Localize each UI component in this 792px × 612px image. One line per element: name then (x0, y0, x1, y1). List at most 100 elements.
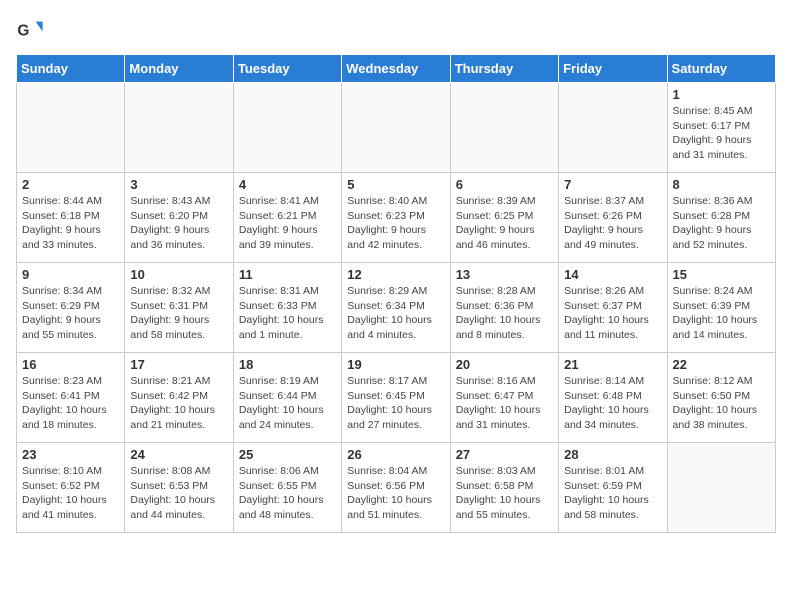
day-number: 15 (673, 267, 770, 282)
day-number: 1 (673, 87, 770, 102)
svg-text:G: G (17, 23, 29, 40)
day-info: Sunrise: 8:24 AM Sunset: 6:39 PM Dayligh… (673, 284, 770, 343)
day-of-week-header: Monday (125, 55, 233, 83)
calendar-week-row: 2 Sunrise: 8:44 AM Sunset: 6:18 PM Daylig… (17, 173, 776, 263)
day-number: 13 (456, 267, 553, 282)
day-info: Sunrise: 8:41 AM Sunset: 6:21 PM Dayligh… (239, 194, 336, 253)
day-number: 2 (22, 177, 119, 192)
day-number: 14 (564, 267, 661, 282)
calendar-week-row: 9 Sunrise: 8:34 AM Sunset: 6:29 PM Daylig… (17, 263, 776, 353)
calendar-cell: 22 Sunrise: 8:12 AM Sunset: 6:50 PM Dayli… (667, 353, 775, 443)
page-header: G (16, 16, 776, 44)
day-info: Sunrise: 8:32 AM Sunset: 6:31 PM Dayligh… (130, 284, 227, 343)
day-number: 25 (239, 447, 336, 462)
day-info: Sunrise: 8:36 AM Sunset: 6:28 PM Dayligh… (673, 194, 770, 253)
day-info: Sunrise: 8:17 AM Sunset: 6:45 PM Dayligh… (347, 374, 444, 433)
day-info: Sunrise: 8:23 AM Sunset: 6:41 PM Dayligh… (22, 374, 119, 433)
calendar-cell: 19 Sunrise: 8:17 AM Sunset: 6:45 PM Dayli… (342, 353, 450, 443)
day-info: Sunrise: 8:21 AM Sunset: 6:42 PM Dayligh… (130, 374, 227, 433)
logo: G (16, 16, 48, 44)
day-info: Sunrise: 8:34 AM Sunset: 6:29 PM Dayligh… (22, 284, 119, 343)
day-info: Sunrise: 8:06 AM Sunset: 6:55 PM Dayligh… (239, 464, 336, 523)
calendar-cell: 27 Sunrise: 8:03 AM Sunset: 6:58 PM Dayli… (450, 443, 558, 533)
day-number: 6 (456, 177, 553, 192)
day-info: Sunrise: 8:28 AM Sunset: 6:36 PM Dayligh… (456, 284, 553, 343)
calendar-cell: 18 Sunrise: 8:19 AM Sunset: 6:44 PM Dayli… (233, 353, 341, 443)
calendar-cell: 4 Sunrise: 8:41 AM Sunset: 6:21 PM Daylig… (233, 173, 341, 263)
day-number: 18 (239, 357, 336, 372)
day-number: 3 (130, 177, 227, 192)
calendar-cell (342, 83, 450, 173)
day-of-week-header: Saturday (667, 55, 775, 83)
calendar-cell: 13 Sunrise: 8:28 AM Sunset: 6:36 PM Dayli… (450, 263, 558, 353)
calendar-cell: 6 Sunrise: 8:39 AM Sunset: 6:25 PM Daylig… (450, 173, 558, 263)
calendar-cell: 2 Sunrise: 8:44 AM Sunset: 6:18 PM Daylig… (17, 173, 125, 263)
day-of-week-header: Thursday (450, 55, 558, 83)
day-info: Sunrise: 8:08 AM Sunset: 6:53 PM Dayligh… (130, 464, 227, 523)
day-info: Sunrise: 8:40 AM Sunset: 6:23 PM Dayligh… (347, 194, 444, 253)
day-number: 24 (130, 447, 227, 462)
calendar-cell: 28Sunrise: 8:01 AM Sunset: 6:59 PM Dayli… (559, 443, 667, 533)
calendar-cell: 16 Sunrise: 8:23 AM Sunset: 6:41 PM Dayli… (17, 353, 125, 443)
day-info: Sunrise: 8:29 AM Sunset: 6:34 PM Dayligh… (347, 284, 444, 343)
calendar-cell: 12 Sunrise: 8:29 AM Sunset: 6:34 PM Dayli… (342, 263, 450, 353)
day-of-week-header: Sunday (17, 55, 125, 83)
calendar-cell: 25 Sunrise: 8:06 AM Sunset: 6:55 PM Dayli… (233, 443, 341, 533)
day-info: Sunrise: 8:39 AM Sunset: 6:25 PM Dayligh… (456, 194, 553, 253)
day-number: 19 (347, 357, 444, 372)
calendar-week-row: 23Sunrise: 8:10 AM Sunset: 6:52 PM Dayli… (17, 443, 776, 533)
calendar-cell: 7 Sunrise: 8:37 AM Sunset: 6:26 PM Daylig… (559, 173, 667, 263)
day-info: Sunrise: 8:16 AM Sunset: 6:47 PM Dayligh… (456, 374, 553, 433)
day-info: Sunrise: 8:19 AM Sunset: 6:44 PM Dayligh… (239, 374, 336, 433)
day-info: Sunrise: 8:12 AM Sunset: 6:50 PM Dayligh… (673, 374, 770, 433)
calendar-cell: 1 Sunrise: 8:45 AM Sunset: 6:17 PM Daylig… (667, 83, 775, 173)
calendar-week-row: 16 Sunrise: 8:23 AM Sunset: 6:41 PM Dayli… (17, 353, 776, 443)
day-number: 28 (564, 447, 661, 462)
day-number: 4 (239, 177, 336, 192)
day-info: Sunrise: 8:31 AM Sunset: 6:33 PM Dayligh… (239, 284, 336, 343)
calendar-week-row: 1 Sunrise: 8:45 AM Sunset: 6:17 PM Daylig… (17, 83, 776, 173)
day-number: 16 (22, 357, 119, 372)
calendar-cell (667, 443, 775, 533)
calendar-cell: 17Sunrise: 8:21 AM Sunset: 6:42 PM Dayli… (125, 353, 233, 443)
day-number: 27 (456, 447, 553, 462)
calendar-cell (233, 83, 341, 173)
calendar-cell: 14 Sunrise: 8:26 AM Sunset: 6:37 PM Dayli… (559, 263, 667, 353)
calendar-cell: 26Sunrise: 8:04 AM Sunset: 6:56 PM Dayli… (342, 443, 450, 533)
day-of-week-header: Friday (559, 55, 667, 83)
calendar-cell (450, 83, 558, 173)
calendar-cell: 15 Sunrise: 8:24 AM Sunset: 6:39 PM Dayli… (667, 263, 775, 353)
calendar-cell: 21Sunrise: 8:14 AM Sunset: 6:48 PM Dayli… (559, 353, 667, 443)
day-number: 20 (456, 357, 553, 372)
day-info: Sunrise: 8:44 AM Sunset: 6:18 PM Dayligh… (22, 194, 119, 253)
day-info: Sunrise: 8:37 AM Sunset: 6:26 PM Dayligh… (564, 194, 661, 253)
day-info: Sunrise: 8:26 AM Sunset: 6:37 PM Dayligh… (564, 284, 661, 343)
calendar-cell: 10 Sunrise: 8:32 AM Sunset: 6:31 PM Dayli… (125, 263, 233, 353)
calendar-cell: 5 Sunrise: 8:40 AM Sunset: 6:23 PM Daylig… (342, 173, 450, 263)
calendar-cell: 23Sunrise: 8:10 AM Sunset: 6:52 PM Dayli… (17, 443, 125, 533)
day-number: 8 (673, 177, 770, 192)
day-number: 11 (239, 267, 336, 282)
day-number: 22 (673, 357, 770, 372)
calendar-cell: 3Sunrise: 8:43 AM Sunset: 6:20 PM Daylig… (125, 173, 233, 263)
day-info: Sunrise: 8:04 AM Sunset: 6:56 PM Dayligh… (347, 464, 444, 523)
day-number: 10 (130, 267, 227, 282)
day-number: 9 (22, 267, 119, 282)
calendar-cell (559, 83, 667, 173)
calendar-header-row: SundayMondayTuesdayWednesdayThursdayFrid… (17, 55, 776, 83)
day-number: 12 (347, 267, 444, 282)
day-info: Sunrise: 8:03 AM Sunset: 6:58 PM Dayligh… (456, 464, 553, 523)
calendar-cell: 20 Sunrise: 8:16 AM Sunset: 6:47 PM Dayli… (450, 353, 558, 443)
calendar-cell: 8 Sunrise: 8:36 AM Sunset: 6:28 PM Daylig… (667, 173, 775, 263)
day-number: 5 (347, 177, 444, 192)
logo-icon: G (16, 16, 44, 44)
day-info: Sunrise: 8:45 AM Sunset: 6:17 PM Dayligh… (673, 104, 770, 163)
calendar-cell: 9 Sunrise: 8:34 AM Sunset: 6:29 PM Daylig… (17, 263, 125, 353)
day-of-week-header: Tuesday (233, 55, 341, 83)
day-number: 7 (564, 177, 661, 192)
calendar-cell (17, 83, 125, 173)
calendar-cell: 24 Sunrise: 8:08 AM Sunset: 6:53 PM Dayli… (125, 443, 233, 533)
day-of-week-header: Wednesday (342, 55, 450, 83)
calendar-cell (125, 83, 233, 173)
calendar-cell: 11 Sunrise: 8:31 AM Sunset: 6:33 PM Dayli… (233, 263, 341, 353)
